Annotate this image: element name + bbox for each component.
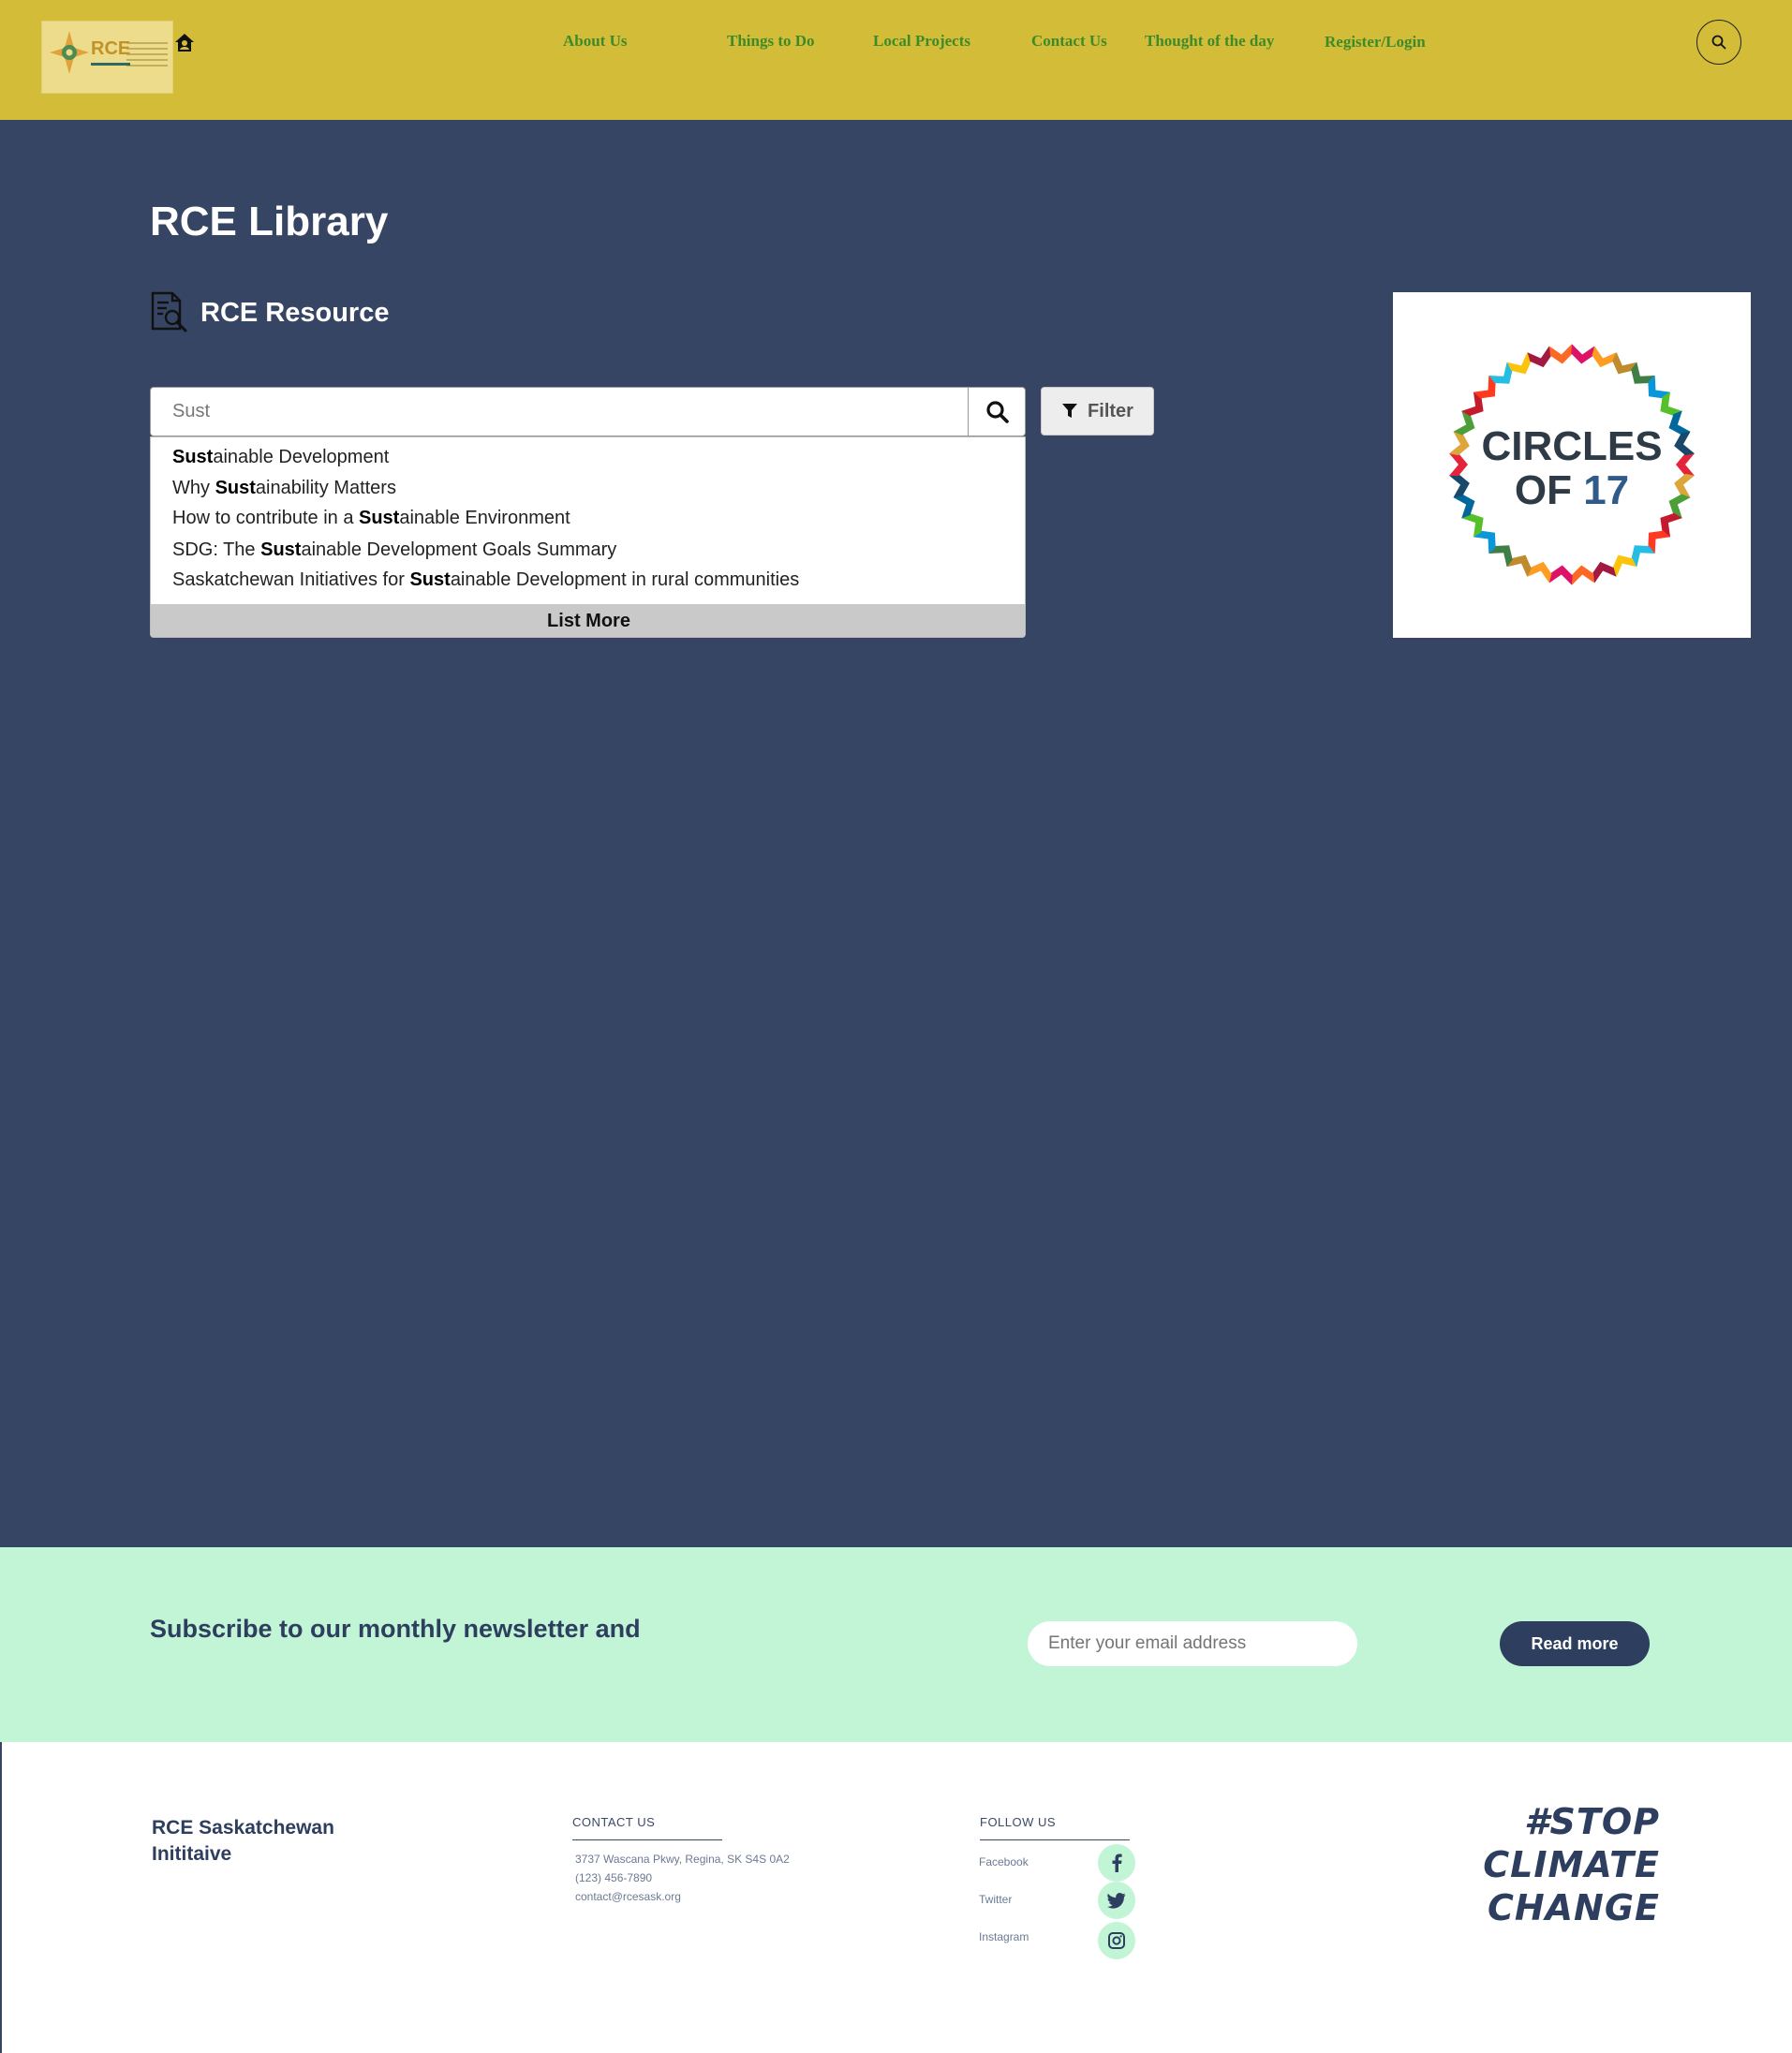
facebook-icon[interactable]: [1098, 1844, 1135, 1882]
funnel-icon: [1062, 404, 1078, 418]
footer-phone: (123) 456-7890: [575, 1871, 653, 1884]
circles-of-17-image: CIRCLES OF 17: [1393, 292, 1751, 638]
nav-about-us[interactable]: About Us: [563, 32, 628, 51]
ring-chevron: [1571, 344, 1595, 364]
logo-star-icon: [50, 31, 89, 74]
document-search-icon: [151, 291, 187, 332]
twitter-icon[interactable]: [1098, 1882, 1135, 1919]
library-main: RCE Library RCE Resource Filter Sustaina…: [0, 120, 1792, 1547]
footer-email[interactable]: contact@rcesask.org: [575, 1890, 681, 1903]
suggestion-item[interactable]: Saskatchewan Initiatives for Sustainable…: [172, 569, 799, 591]
contact-divider: [572, 1839, 722, 1840]
footer-org-name: RCE Saskatchewan Inititaive: [152, 1817, 334, 1865]
site-header: RCE About Us Things to Do Local Projects…: [0, 0, 1792, 120]
read-more-button[interactable]: Read more: [1500, 1621, 1650, 1666]
facebook-link[interactable]: Facebook: [979, 1855, 1029, 1868]
newsletter-email-input[interactable]: [1028, 1621, 1357, 1666]
list-more-button[interactable]: List More: [151, 604, 1025, 637]
instagram-link[interactable]: Instagram: [979, 1930, 1029, 1943]
suggestion-item[interactable]: Sustainable Development: [172, 447, 389, 468]
rce-logo[interactable]: RCE: [41, 21, 173, 94]
follow-heading: FOLLOW US: [980, 1815, 1057, 1829]
twitter-link[interactable]: Twitter: [979, 1893, 1012, 1906]
search-suggestions: Sustainable Development Why Sustainabili…: [150, 436, 1026, 638]
library-search-box: [150, 387, 1026, 436]
site-footer: RCE Saskatchewan Inititaive CONTACT US 3…: [0, 1742, 1792, 2053]
suggestion-item[interactable]: Why Sustainability Matters: [172, 478, 396, 499]
nav-contact-us[interactable]: Contact Us: [1031, 32, 1107, 51]
contact-heading: CONTACT US: [572, 1815, 656, 1829]
filter-label: Filter: [1088, 400, 1133, 421]
library-search-button[interactable]: [968, 388, 1026, 436]
ring-chevron: [1548, 565, 1573, 585]
instagram-icon[interactable]: [1098, 1922, 1135, 1959]
resource-title: RCE Resource: [200, 298, 390, 328]
nav-things-to-do[interactable]: Things to Do: [727, 32, 815, 51]
page-title: RCE Library: [150, 199, 389, 244]
header-search-button[interactable]: [1696, 20, 1741, 65]
search-icon: [1711, 35, 1726, 50]
search-icon: [985, 400, 1009, 423]
nav-thought-of-the-day[interactable]: Thought of the day: [1145, 32, 1274, 51]
newsletter-section: Subscribe to our monthly newsletter and …: [0, 1547, 1792, 1742]
filter-button[interactable]: Filter: [1041, 387, 1154, 436]
library-search-input[interactable]: [152, 389, 967, 435]
ring-chevron: [1571, 565, 1595, 585]
nav-local-projects[interactable]: Local Projects: [873, 32, 970, 51]
ring-chevron: [1548, 344, 1573, 364]
follow-divider: [980, 1839, 1130, 1840]
newsletter-title: Subscribe to our monthly newsletter and: [150, 1615, 641, 1643]
stop-climate-change-slogan: #STOP CLIMATE CHANGE: [1483, 1801, 1660, 1928]
home-icon[interactable]: [173, 32, 196, 54]
logo-tagline: [126, 42, 168, 70]
logo-bar: [91, 63, 130, 66]
footer-address: 3737 Wascana Pkwy, Regina, SK S4S 0A2: [575, 1853, 790, 1866]
suggestion-item[interactable]: SDG: The Sustainable Development Goals S…: [172, 539, 616, 561]
logo-text: RCE: [91, 38, 131, 59]
nav-register-login[interactable]: Register/Login: [1325, 33, 1426, 52]
suggestion-item[interactable]: How to contribute in a Sustainable Envir…: [172, 508, 570, 529]
circles-title-line1: CIRCLES: [1481, 423, 1663, 469]
circles-title-line2: OF 17: [1514, 467, 1630, 513]
